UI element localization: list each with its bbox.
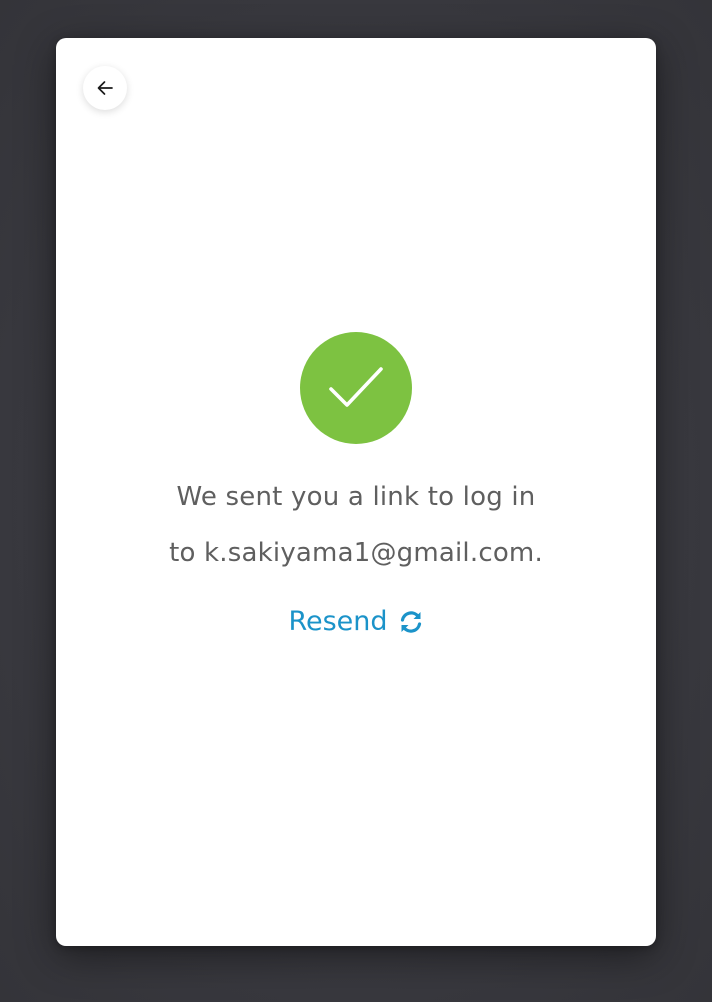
refresh-icon: [400, 610, 421, 633]
resend-label: Resend: [288, 606, 388, 637]
login-link-sent-dialog: We sent you a link to log in to k.sakiya…: [56, 38, 656, 946]
checkmark-icon: [329, 367, 383, 407]
arrow-left-icon: [97, 81, 113, 95]
success-badge: [300, 332, 412, 444]
resend-link[interactable]: Resend: [56, 606, 656, 637]
confirmation-message-line2: to k.sakiyama1@gmail.com.: [169, 538, 543, 568]
back-button[interactable]: [83, 66, 127, 110]
confirmation-message-line1: We sent you a link to log in: [176, 482, 536, 512]
